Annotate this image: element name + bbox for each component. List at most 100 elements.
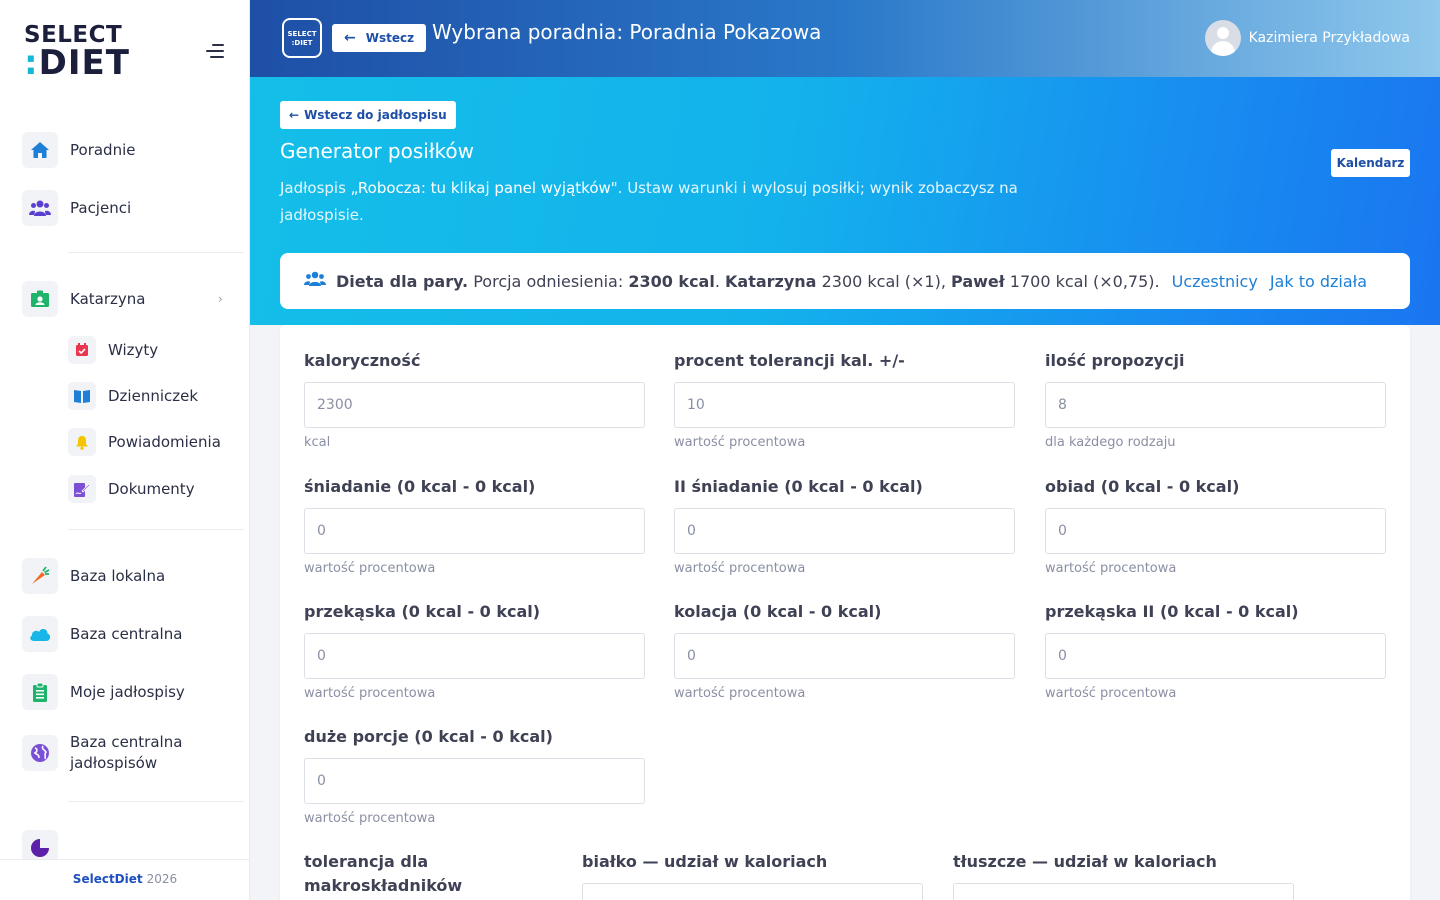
large-portions-input[interactable]: 0 <box>304 758 645 804</box>
carrot-icon <box>22 558 58 594</box>
how-it-works-link[interactable]: Jak to działa <box>1270 272 1367 291</box>
field-large-portions: duże porcje (0 kcal - 0 kcal) 0 wartość … <box>304 727 645 826</box>
sidebar-item-wizyty[interactable]: Wizyty <box>68 336 158 364</box>
globe-icon <box>22 735 58 771</box>
field-label: śniadanie (0 kcal - 0 kcal) <box>304 477 536 496</box>
field-hint: wartość procentowa <box>1045 686 1177 701</box>
field-snack-2: przekąska II (0 kcal - 0 kcal) 0 wartość… <box>1045 602 1386 701</box>
second-breakfast-input[interactable]: 0 <box>674 508 1015 554</box>
sidebar-item-moje-jadlospisy[interactable]: Moje jadłospisy <box>22 674 185 710</box>
field-label: tolerancja dla makroskładników <box>304 852 463 895</box>
footer-brand[interactable]: SelectDiet <box>73 872 143 886</box>
field-label: II śniadanie (0 kcal - 0 kcal) <box>674 477 923 496</box>
field-label: przekąska (0 kcal - 0 kcal) <box>304 602 541 621</box>
participants-link[interactable]: Uczestnicy <box>1172 272 1258 291</box>
field-hint: wartość procentowa <box>1045 561 1177 576</box>
snack-2-input[interactable]: 0 <box>1045 633 1386 679</box>
clinic-title: Wybrana poradnia: Poradnia Pokazowa <box>432 20 822 44</box>
chevron-right-icon[interactable]: › <box>218 292 223 306</box>
field-snack: przekąska (0 kcal - 0 kcal) 0 wartość pr… <box>304 602 645 701</box>
back-to-menu-label: Wstecz do jadłospisu <box>304 108 447 122</box>
logo-bottom-text: :DIET <box>24 43 130 83</box>
lunch-input[interactable]: 0 <box>1045 508 1386 554</box>
users-icon <box>304 271 326 291</box>
sidebar-item-label: Dokumenty <box>108 480 195 498</box>
sidebar-item-poradnie[interactable]: Poradnie <box>22 132 135 168</box>
person2-name: Paweł <box>951 271 1005 291</box>
field-proposals: ilość propozycji 8 dla każdego rodzaju <box>1045 351 1386 450</box>
book-open-icon <box>68 382 96 410</box>
field-hint: wartość procentowa <box>674 561 806 576</box>
field-breakfast: śniadanie (0 kcal - 0 kcal) 0 wartość pr… <box>304 477 645 576</box>
sidebar-item-label: Wizyty <box>108 341 159 359</box>
diet-info-box: Dieta dla pary. Porcja odniesienia: 2300… <box>280 253 1410 309</box>
portion-label: Porcja odniesienia: <box>473 271 624 291</box>
back-to-menu-button[interactable]: ← Wstecz do jadłospisu <box>280 101 456 129</box>
user-name: Kazimiera Przykładowa <box>1248 30 1410 46</box>
sidebar-item-katarzyna[interactable]: Katarzyna <box>22 281 145 317</box>
field-hint: dla każdego rodzaju <box>1045 435 1176 450</box>
sidebar-item-dokumenty[interactable]: Dokumenty <box>68 475 195 503</box>
sidebar-item-label: Pacjenci <box>70 198 132 217</box>
back-button[interactable]: ← Wstecz <box>332 24 427 52</box>
field-second-breakfast: II śniadanie (0 kcal - 0 kcal) 0 wartość… <box>674 477 1015 576</box>
field-fat: tłuszcze — udział w kaloriach <box>953 852 1294 900</box>
page-description: Jadłospis „Robocza: tu klikaj panel wyją… <box>280 179 1018 224</box>
sidebar-item-baza-lokalna[interactable]: Baza lokalna <box>22 558 165 594</box>
sidebar-item-baza-centralna-jadlospisow[interactable]: Baza centralna jadłospisów <box>22 732 222 774</box>
field-protein: białko — udział w kaloriach <box>582 852 923 900</box>
sidebar-item-dzienniczek[interactable]: Dzienniczek <box>68 382 198 410</box>
calories-input[interactable]: 2300 <box>304 382 645 428</box>
field-label: przekąska II (0 kcal - 0 kcal) <box>1045 602 1299 621</box>
tolerance-input[interactable]: 10 <box>674 382 1015 428</box>
sidebar-item-label: Baza centralna <box>70 624 183 643</box>
field-label: tłuszcze — udział w kaloriach <box>953 852 1217 871</box>
portion-value: 2300 kcal <box>628 271 715 291</box>
breakfast-input[interactable]: 0 <box>304 508 645 554</box>
field-macro-tolerance: tolerancja dla makroskładników <box>304 852 524 900</box>
sidebar-item-pacjenci[interactable]: Pacjenci <box>22 190 131 226</box>
sidebar-footer: SelectDiet 2026 <box>0 859 249 900</box>
snack-input[interactable]: 0 <box>304 633 645 679</box>
person1-value: 2300 kcal (×1), <box>821 271 946 291</box>
field-label: białko — udział w kaloriach <box>582 852 828 871</box>
field-tolerance: procent tolerancji kal. +/- 10 wartość p… <box>674 351 1015 450</box>
calendar-check-icon <box>68 336 96 364</box>
person1-name: Katarzyna <box>725 271 817 291</box>
top-bar: SELECT:DIET ← Wstecz Wybrana poradnia: P… <box>250 0 1440 77</box>
sidebar-item-label: Moje jadłospisy <box>70 682 185 701</box>
divider <box>68 801 244 802</box>
file-signature-icon <box>68 475 96 503</box>
field-hint: wartość procentowa <box>674 686 806 701</box>
field-hint: wartość procentowa <box>304 811 436 826</box>
protein-input[interactable] <box>582 883 923 900</box>
sidebar-item-powiadomienia[interactable]: Powiadomienia <box>68 428 221 456</box>
field-label: obiad (0 kcal - 0 kcal) <box>1045 477 1240 496</box>
field-label: ilość propozycji <box>1045 351 1185 370</box>
proposals-input[interactable]: 8 <box>1045 382 1386 428</box>
clipboard-list-icon <box>22 674 58 710</box>
field-dinner: kolacja (0 kcal - 0 kcal) 0 wartość proc… <box>674 602 1015 701</box>
sidebar-item-label: Poradnie <box>70 140 136 159</box>
dinner-input[interactable]: 0 <box>674 633 1015 679</box>
sidebar-item-baza-centralna[interactable]: Baza centralna <box>22 616 182 652</box>
menu-name: „Robocza: tu klikaj panel wyjątków" <box>350 179 618 197</box>
page-title: Generator posiłków <box>280 139 474 163</box>
field-calories: kaloryczność 2300 kcal <box>304 351 645 450</box>
menu-toggle-icon[interactable] <box>206 44 226 60</box>
field-label: procent tolerancji kal. +/- <box>674 351 905 370</box>
home-icon <box>22 132 58 168</box>
mini-logo[interactable]: SELECT:DIET <box>282 18 322 58</box>
footer-year: 2026 <box>146 872 178 886</box>
calendar-button[interactable]: Kalendarz <box>1331 149 1410 177</box>
user-menu[interactable]: Kazimiera Przykładowa <box>1204 20 1410 56</box>
field-label: duże porcje (0 kcal - 0 kcal) <box>304 727 553 746</box>
divider <box>68 529 244 530</box>
sidebar: SELECT :DIET Poradnie Pacjenci Katarzyna… <box>0 0 250 900</box>
field-hint: wartość procentowa <box>304 686 436 701</box>
selectdiet-logo[interactable]: SELECT :DIET <box>24 22 130 83</box>
person2-value: 1700 kcal (×0,75). <box>1009 271 1160 291</box>
diet-title: Dieta dla pary. <box>336 271 469 291</box>
fat-input[interactable] <box>953 883 1294 900</box>
field-label: kaloryczność <box>304 351 421 370</box>
